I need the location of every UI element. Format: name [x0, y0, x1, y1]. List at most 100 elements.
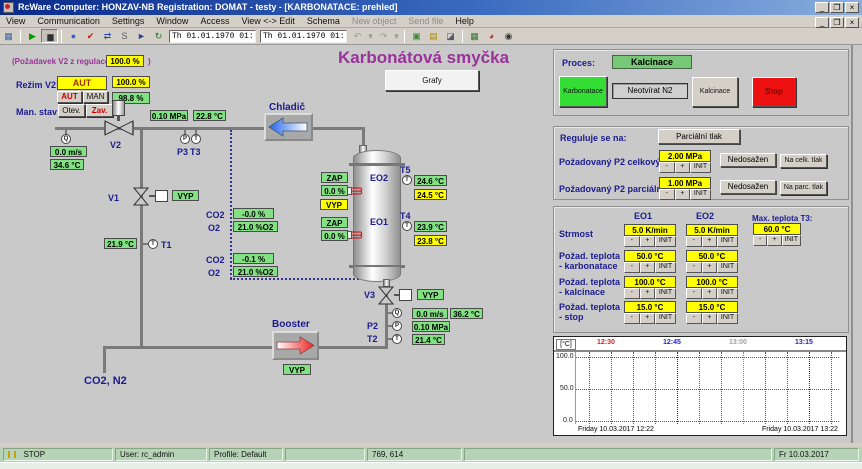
restore-button[interactable]: ❐ — [830, 2, 844, 13]
lock-icon[interactable]: ● — [65, 29, 82, 43]
camera-icon[interactable]: ◉ — [500, 29, 517, 43]
menu-view-edit[interactable]: View <-> Edit — [235, 16, 300, 26]
tka-eo2-minus-button[interactable]: - — [686, 288, 702, 299]
tka-eo1-minus-button[interactable]: - — [624, 288, 640, 299]
kalcinace-button[interactable]: Kalcinace — [692, 77, 738, 107]
panel-icon[interactable]: ▦ — [0, 29, 17, 43]
menu-view[interactable]: View — [0, 16, 31, 26]
tka-eo1-plus-button[interactable]: + — [640, 288, 656, 299]
nav-fwd-drop-icon[interactable]: ▾ — [392, 29, 401, 43]
chart-icon[interactable]: ▦ — [466, 29, 483, 43]
menu-schema[interactable]: Schema — [301, 16, 346, 26]
tka-eo2-init-button[interactable]: INIT — [717, 288, 738, 299]
p2-parcialni-init-button[interactable]: INIT — [690, 189, 711, 200]
rezim-aut-button[interactable]: AUT — [57, 91, 82, 103]
nav-back-icon[interactable]: ↶ — [349, 29, 366, 43]
tk-eo1-init-button[interactable]: INIT — [655, 262, 676, 273]
strmost-eo1-plus-button[interactable]: + — [640, 236, 656, 247]
t2-sensor-icon: T — [392, 334, 402, 344]
man-otev-button[interactable]: Otev. — [58, 104, 85, 117]
t4-sp[interactable]: 23.8 °C — [414, 235, 447, 246]
ack-check-icon[interactable]: ✔ — [82, 29, 99, 43]
ts-eo1-minus-button[interactable]: - — [624, 313, 640, 324]
strmost-eo2-setpoint[interactable]: 5.0 K/min — [686, 224, 738, 236]
strmost-eo1-setpoint[interactable]: 5.0 K/min — [624, 224, 676, 236]
ts-eo2-minus-button[interactable]: - — [686, 313, 702, 324]
p2-celkovy-minus-button[interactable]: - — [659, 162, 675, 173]
p2-celkovy-plus-button[interactable]: + — [675, 162, 691, 173]
nav-forward-icon[interactable]: ↷ — [375, 29, 392, 43]
p2-parcialni-status: Nedosažen — [720, 180, 776, 194]
strmost-eo1-minus-button[interactable]: - — [624, 236, 640, 247]
stop-comm-icon[interactable]: S — [116, 29, 133, 43]
print-icon[interactable]: ▤ — [425, 29, 442, 43]
p2-parcialni-plus-button[interactable]: + — [675, 189, 691, 200]
valve-v1[interactable] — [133, 187, 149, 206]
menu-settings[interactable]: Settings — [106, 16, 151, 26]
max-t3-plus-button[interactable]: + — [767, 235, 781, 246]
tk-eo2-init-button[interactable]: INIT — [717, 262, 738, 273]
karbonatace-button[interactable]: Karbonatace — [559, 76, 607, 107]
ts-eo2-init-button[interactable]: INIT — [717, 313, 738, 324]
menu-communication[interactable]: Communication — [31, 16, 106, 26]
p2-parcialni-minus-button[interactable]: - — [659, 189, 675, 200]
datetime-to-input[interactable] — [260, 30, 347, 43]
strmost-eo2-minus-button[interactable]: - — [686, 236, 702, 247]
p2-celkovy-init-button[interactable]: INIT — [690, 162, 711, 173]
grafy-button[interactable]: Grafy — [385, 70, 479, 91]
max-t3-setpoint[interactable]: 60.0 °C — [753, 223, 801, 235]
minimize-button[interactable]: _ — [815, 2, 829, 13]
stop-button[interactable]: Stop — [752, 77, 796, 107]
teplota-kalcinace-eo1[interactable]: 100.0 °C — [624, 276, 676, 288]
valve-v2[interactable] — [104, 120, 134, 136]
p2-celkovy-setpoint[interactable]: 2.00 MPa — [659, 150, 711, 162]
datetime-from-input[interactable] — [169, 30, 256, 43]
screen-icon[interactable]: ▣ — [408, 29, 425, 43]
na-parc-tlak-button[interactable]: Na parc. tlak — [780, 181, 827, 195]
teplota-karbonatace-eo1[interactable]: 50.0 °C — [624, 250, 676, 262]
tk-eo1-minus-button[interactable]: - — [624, 262, 640, 273]
max-t3-init-button[interactable]: INIT — [782, 235, 801, 246]
tk-eo2-plus-button[interactable]: + — [702, 262, 718, 273]
ts-eo1-plus-button[interactable]: + — [640, 313, 656, 324]
p2-parcialni-setpoint[interactable]: 1.00 MPa — [659, 177, 711, 189]
teplota-stop-eo2[interactable]: 15.0 °C — [686, 301, 738, 313]
ts-eo2-plus-button[interactable]: + — [702, 313, 718, 324]
teplota-kalcinace-eo2[interactable]: 100.0 °C — [686, 276, 738, 288]
refresh-icon[interactable]: ↻ — [150, 29, 167, 43]
comm-icon[interactable]: ⇄ — [99, 29, 116, 43]
valve-v3[interactable] — [378, 286, 394, 305]
rezim-man-button[interactable]: MAN — [83, 91, 108, 103]
tka-eo2-plus-button[interactable]: + — [702, 288, 718, 299]
teplota-karbonatace-eo2[interactable]: 50.0 °C — [686, 250, 738, 262]
max-t3-minus-button[interactable]: - — [753, 235, 767, 246]
menu-help[interactable]: Help — [449, 16, 480, 26]
t5-sp[interactable]: 24.5 °C — [414, 189, 447, 200]
tk-eo1-plus-button[interactable]: + — [640, 262, 656, 273]
gas2-o2-label: O2 — [208, 268, 220, 278]
t2-label: T2 — [367, 334, 378, 344]
ts-eo1-init-button[interactable]: INIT — [655, 313, 676, 324]
stats-icon[interactable]: ◕ — [483, 29, 500, 43]
play-icon[interactable]: ▶ — [24, 29, 41, 43]
mdi-close-button[interactable]: × — [845, 17, 859, 28]
nav-back-drop-icon[interactable]: ▾ — [366, 29, 375, 43]
strmost-eo2-plus-button[interactable]: + — [702, 236, 718, 247]
man-zav-button[interactable]: Zav. — [86, 104, 113, 117]
p2-sensor-icon: P — [392, 321, 402, 331]
tka-eo1-init-button[interactable]: INIT — [655, 288, 676, 299]
pause-icon[interactable]: ▮▮ — [41, 29, 58, 43]
na-celk-tlak-button[interactable]: Na celk. tlak — [780, 154, 827, 168]
mdi-minimize-button[interactable]: _ — [815, 17, 829, 28]
send-icon[interactable]: ► — [133, 29, 150, 43]
export-icon[interactable]: ◪ — [442, 29, 459, 43]
mdi-restore-button[interactable]: ❐ — [830, 17, 844, 28]
strmost-eo2-init-button[interactable]: INIT — [717, 236, 738, 247]
strmost-eo1-init-button[interactable]: INIT — [655, 236, 676, 247]
rezim-setpoint[interactable]: 100.0 % — [112, 76, 150, 88]
tk-eo2-minus-button[interactable]: - — [686, 262, 702, 273]
menu-access[interactable]: Access — [194, 16, 235, 26]
close-button[interactable]: × — [845, 2, 859, 13]
menu-window[interactable]: Window — [150, 16, 194, 26]
teplota-stop-eo1[interactable]: 15.0 °C — [624, 301, 676, 313]
